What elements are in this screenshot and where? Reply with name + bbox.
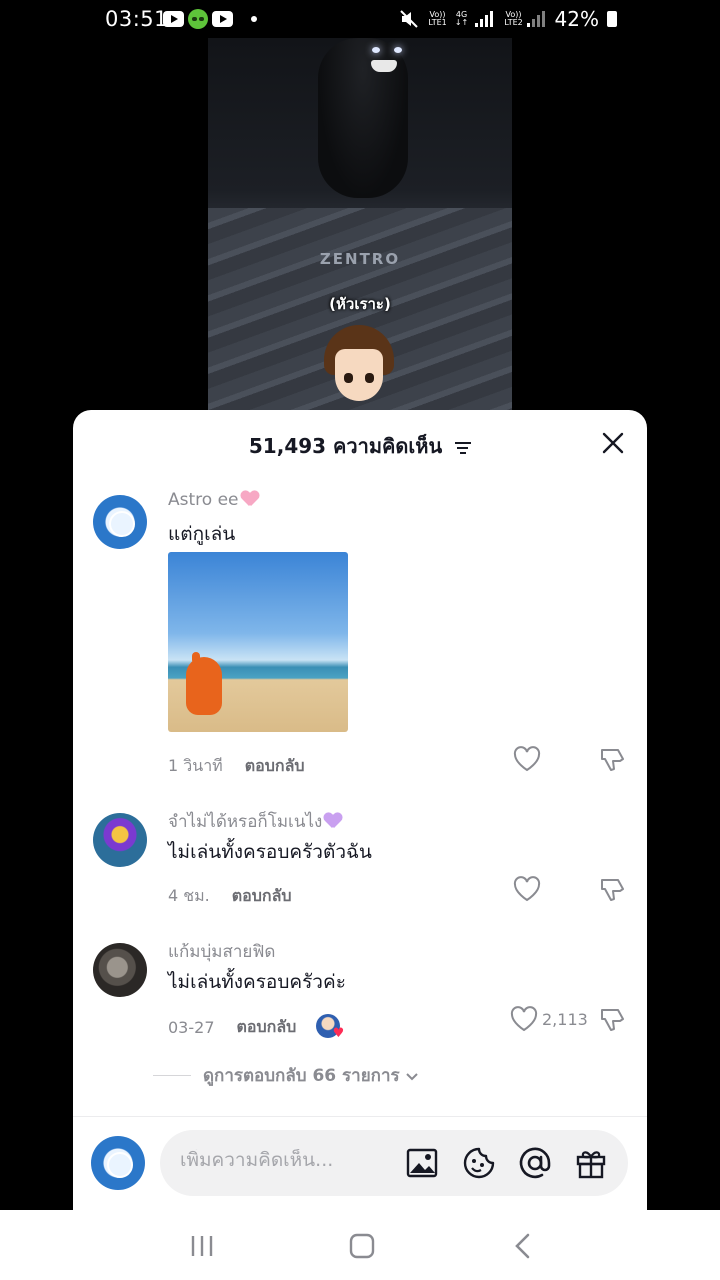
orange-creature	[186, 657, 222, 715]
more-notifications-icon	[251, 16, 257, 22]
youtube-icon	[163, 11, 184, 27]
comment-input-pill[interactable]	[160, 1130, 628, 1196]
like-button[interactable]	[513, 876, 541, 902]
video-figure-eye	[394, 47, 402, 53]
sort-filter-icon[interactable]	[455, 441, 472, 454]
signal-icon	[526, 11, 547, 27]
purple-heart-icon	[324, 813, 342, 829]
comment-time: 4 ชม.	[168, 886, 210, 905]
like-button[interactable]: 2,113	[510, 1006, 588, 1032]
sim2-indicator: Vo)) LTE2	[503, 11, 547, 27]
battery-percent: 42%	[554, 7, 599, 31]
heart-outline-icon	[510, 1006, 538, 1032]
sim1-indicator: Vo)) LTE1 4G ↓↑	[427, 11, 495, 27]
comment-meta: 4 ชม. ตอบกลับ	[168, 884, 292, 909]
video-watermark: ZENTRO	[319, 250, 401, 268]
data-arrows-icon: ↓↑	[454, 18, 469, 27]
comment-meta: 03-27 ตอบกลับ ♥	[168, 1014, 344, 1040]
input-divider	[73, 1116, 647, 1117]
comment-username[interactable]: แก้มบุ่มสายฟิด	[168, 938, 275, 965]
comment-input[interactable]	[180, 1149, 380, 1171]
alien-app-icon	[188, 9, 208, 29]
reply-button[interactable]: ตอบกลับ	[232, 884, 292, 909]
comment-username[interactable]: Astro ee	[168, 490, 259, 510]
status-bar: 03:51 Vo)) LTE1 4G ↓↑ Vo)) LTE2 42%	[0, 0, 720, 38]
comment-username[interactable]: จำไม่ได้หรอก็โมเนไง	[168, 808, 342, 835]
comment-input-row	[73, 1130, 647, 1200]
back-icon[interactable]	[508, 1230, 540, 1262]
heart-outline-icon	[513, 746, 541, 772]
system-status: Vo)) LTE1 4G ↓↑ Vo)) LTE2 42%	[399, 7, 617, 31]
comment-meta: 1 วินาที ตอบกลับ	[168, 754, 305, 779]
my-avatar	[91, 1136, 145, 1190]
username-text: Astro ee	[168, 490, 239, 510]
reply-button[interactable]: ตอบกลับ	[237, 1015, 297, 1040]
notification-icons	[163, 9, 257, 29]
gift-icon[interactable]	[574, 1146, 608, 1180]
video-figure-grin	[371, 60, 397, 72]
liked-by-creator-badge: ♥	[316, 1014, 344, 1040]
sticker-emoji-icon[interactable]	[462, 1146, 496, 1180]
youtube-icon	[212, 11, 233, 27]
video-figure-eye	[372, 47, 380, 53]
mute-icon	[399, 10, 418, 28]
chevron-down-icon	[405, 1072, 418, 1080]
mention-icon[interactable]	[518, 1146, 552, 1180]
avatar[interactable]	[93, 943, 147, 997]
video-anime-character	[320, 325, 398, 418]
comment-sheet-header: 51,493 ความคิดเห็น	[73, 410, 647, 474]
comment-sticker-image[interactable]	[168, 552, 348, 732]
reply-button[interactable]: ตอบกลับ	[245, 754, 305, 779]
comment-count: 51,493 ความคิดเห็น	[248, 434, 443, 458]
username-text: จำไม่ได้หรอก็โมเนไง	[168, 812, 323, 832]
comment-time: 03-27	[168, 1017, 215, 1037]
dislike-icon[interactable]	[599, 1006, 627, 1034]
comment-text: แต่กูเล่น	[168, 523, 236, 545]
sim1-label: LTE1	[428, 18, 447, 27]
video-player[interactable]: ZENTRO (หัวเราะ)	[208, 38, 512, 418]
comment-time: 1 วินาที	[168, 756, 223, 775]
image-icon[interactable]	[405, 1146, 439, 1180]
view-replies-button[interactable]: ดูการตอบกลับ 66 รายการ	[153, 1062, 420, 1089]
avatar[interactable]	[93, 813, 147, 867]
battery-icon	[607, 11, 617, 27]
username-text: แก้มบุ่มสายฟิด	[168, 942, 276, 962]
divider-line	[153, 1075, 191, 1076]
sim2-label: LTE2	[504, 18, 523, 27]
comment-text: ไม่เล่นทั้งครอบครัวตัวฉัน	[168, 841, 372, 863]
heart-outline-icon	[513, 876, 541, 902]
like-button[interactable]	[513, 746, 541, 772]
home-icon[interactable]	[346, 1230, 378, 1262]
avatar[interactable]	[93, 495, 147, 549]
android-nav-bar	[0, 1210, 720, 1280]
recent-apps-icon[interactable]	[186, 1230, 218, 1262]
pink-heart-icon	[241, 491, 259, 507]
comment-count-title: 51,493 ความคิดเห็น	[73, 430, 647, 462]
close-icon[interactable]	[601, 431, 625, 455]
red-heart-icon: ♥	[332, 1026, 345, 1041]
video-caption: (หัวเราะ)	[329, 295, 391, 313]
dislike-icon[interactable]	[599, 876, 627, 904]
dislike-icon[interactable]	[599, 746, 627, 774]
view-replies-label: ดูการตอบกลับ 66 รายการ	[203, 1066, 400, 1086]
status-time: 03:51	[105, 7, 169, 31]
comment-sheet: 51,493 ความคิดเห็น Astro ee แต่กูเล่น 1 …	[73, 410, 647, 1280]
signal-icon	[474, 11, 495, 27]
comment-text: ไม่เล่นทั้งครอบครัวค่ะ	[168, 971, 346, 993]
like-count: 2,113	[542, 1009, 588, 1029]
